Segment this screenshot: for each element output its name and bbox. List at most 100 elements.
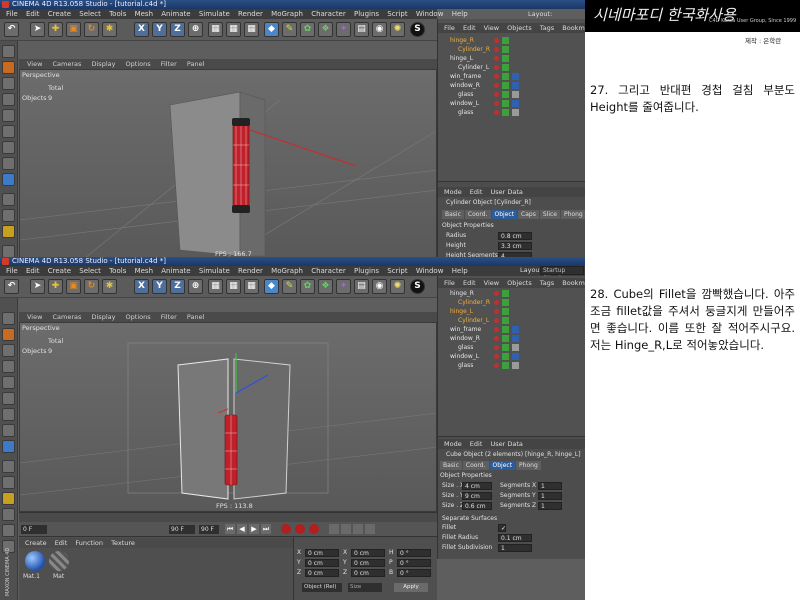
object-row[interactable]: window_L bbox=[438, 99, 585, 108]
object-row[interactable]: window_L bbox=[438, 352, 585, 361]
deformer-icon[interactable]: ✦ bbox=[336, 22, 351, 37]
enabled-check-icon[interactable] bbox=[502, 37, 509, 44]
select-arrow-icon[interactable]: ➤ bbox=[30, 22, 45, 37]
key-position-icon[interactable] bbox=[329, 524, 339, 534]
menu-help[interactable]: Help bbox=[452, 10, 468, 18]
undo-icon[interactable]: ↶ bbox=[4, 279, 19, 294]
autokey-icon[interactable] bbox=[295, 524, 305, 534]
am-menu-edit[interactable]: Edit bbox=[470, 188, 483, 196]
polygons-mode-icon[interactable] bbox=[2, 392, 15, 405]
coord-system-icon[interactable]: ⊕ bbox=[188, 279, 203, 294]
material-tag-icon[interactable] bbox=[512, 353, 519, 360]
grid-icon[interactable] bbox=[2, 524, 15, 537]
menu-plugins[interactable]: Plugins bbox=[354, 267, 379, 275]
perspective-viewport[interactable]: Perspective Total Objects 9 FPS : 166.7 bbox=[19, 69, 437, 261]
script-s-icon[interactable]: S bbox=[410, 279, 425, 294]
segments-z-input[interactable]: 1 bbox=[538, 502, 562, 510]
viewport-menu-cameras[interactable]: Cameras bbox=[53, 60, 82, 68]
timeline[interactable] bbox=[19, 512, 437, 522]
visibility-dot[interactable] bbox=[494, 309, 499, 314]
viewport-menu-filter[interactable]: Filter bbox=[161, 60, 177, 68]
menu-character[interactable]: Character bbox=[311, 10, 346, 18]
object-row[interactable]: hinge_L bbox=[438, 307, 585, 316]
make-editable-icon[interactable] bbox=[2, 45, 15, 58]
move-icon[interactable]: ✚ bbox=[48, 22, 63, 37]
menu-window[interactable]: Window bbox=[416, 267, 444, 275]
menu-edit[interactable]: Edit bbox=[26, 10, 40, 18]
menu-animate[interactable]: Animate bbox=[161, 10, 190, 18]
om-menu-tags[interactable]: Tags bbox=[540, 279, 554, 287]
go-to-start-icon[interactable]: ⏮ bbox=[225, 524, 235, 534]
material-tag-icon[interactable] bbox=[512, 344, 519, 351]
size-z-coord-input[interactable]: 0 cm bbox=[351, 569, 385, 577]
timeline-end-field[interactable]: 90 F bbox=[169, 525, 195, 534]
visibility-dot[interactable] bbox=[494, 318, 499, 323]
snap-icon[interactable] bbox=[2, 460, 15, 473]
menu-render[interactable]: Render bbox=[238, 10, 263, 18]
paint-icon[interactable] bbox=[2, 508, 15, 521]
menu-select[interactable]: Select bbox=[79, 267, 101, 275]
material-tag-icon[interactable] bbox=[512, 335, 519, 342]
om-menu-file[interactable]: File bbox=[444, 24, 455, 32]
visibility-dot[interactable] bbox=[494, 327, 499, 332]
viewport-menu-cameras[interactable]: Cameras bbox=[53, 313, 82, 321]
object-row[interactable]: window_R bbox=[438, 81, 585, 90]
menu-simulate[interactable]: Simulate bbox=[199, 267, 230, 275]
visibility-dot[interactable] bbox=[494, 74, 499, 79]
object-row[interactable]: hinge_L bbox=[438, 54, 585, 63]
enabled-check-icon[interactable] bbox=[502, 353, 509, 360]
light-icon[interactable]: ✺ bbox=[390, 22, 405, 37]
om-menu-edit[interactable]: Edit bbox=[463, 279, 476, 287]
edges-mode-icon[interactable] bbox=[2, 109, 15, 122]
am-menu-user-data[interactable]: User Data bbox=[490, 188, 522, 196]
locked-workplane-icon[interactable] bbox=[2, 209, 15, 222]
menu-plugins[interactable]: Plugins bbox=[354, 10, 379, 18]
object-row[interactable]: glass bbox=[438, 108, 585, 117]
position-x-input[interactable]: 0 cm bbox=[305, 549, 339, 557]
render-settings-icon[interactable]: ▦ bbox=[244, 279, 259, 294]
om-menu-view[interactable]: View bbox=[484, 24, 499, 32]
record-keyframe-icon[interactable] bbox=[281, 524, 291, 534]
object-row[interactable]: win_frame bbox=[438, 325, 585, 334]
object-mode-icon[interactable] bbox=[2, 77, 15, 90]
om-menu-file[interactable]: File bbox=[444, 279, 455, 287]
enabled-check-icon[interactable] bbox=[502, 100, 509, 107]
material-tag-icon[interactable] bbox=[512, 100, 519, 107]
visibility-dot[interactable] bbox=[494, 110, 499, 115]
scale-icon[interactable]: ▣ bbox=[66, 22, 81, 37]
height-input[interactable]: 3.3 cm bbox=[498, 242, 532, 250]
edges-mode-icon[interactable] bbox=[2, 376, 15, 389]
material-tag-icon[interactable] bbox=[512, 73, 519, 80]
visibility-dot[interactable] bbox=[494, 56, 499, 61]
play-forward-icon[interactable]: ▶ bbox=[249, 524, 259, 534]
viewport-menu-panel[interactable]: Panel bbox=[187, 313, 205, 321]
locked-workplane-icon[interactable] bbox=[2, 476, 15, 489]
menu-file[interactable]: File bbox=[6, 267, 18, 275]
object-row[interactable]: Cylinder_R bbox=[438, 45, 585, 54]
viewport-menu-view[interactable]: View bbox=[27, 60, 42, 68]
am-menu-edit[interactable]: Edit bbox=[470, 440, 483, 448]
floor-icon[interactable]: ▤ bbox=[354, 22, 369, 37]
material-tag-icon[interactable] bbox=[512, 91, 519, 98]
enabled-check-icon[interactable] bbox=[502, 55, 509, 62]
visibility-dot[interactable] bbox=[494, 92, 499, 97]
object-row[interactable]: win_frame bbox=[438, 72, 585, 81]
tab-object[interactable]: Object bbox=[491, 210, 518, 219]
menu-window[interactable]: Window bbox=[416, 10, 444, 18]
enabled-check-icon[interactable] bbox=[502, 46, 509, 53]
nurbs-icon[interactable]: ✿ bbox=[300, 22, 315, 37]
enabled-check-icon[interactable] bbox=[502, 82, 509, 89]
enable-axis-icon[interactable] bbox=[2, 408, 15, 421]
script-s-icon[interactable]: S bbox=[410, 22, 425, 37]
menu-mograph[interactable]: MoGraph bbox=[271, 267, 303, 275]
y-axis-button[interactable]: Y bbox=[152, 279, 167, 294]
array-icon[interactable]: ❖ bbox=[318, 279, 333, 294]
undo-icon[interactable]: ↶ bbox=[4, 22, 19, 37]
menu-render[interactable]: Render bbox=[238, 267, 263, 275]
visibility-dot[interactable] bbox=[494, 336, 499, 341]
key-rotation-icon[interactable] bbox=[353, 524, 363, 534]
render-view-icon[interactable]: ▦ bbox=[208, 22, 223, 37]
cube-primitive-icon[interactable]: ◆ bbox=[264, 22, 279, 37]
am-menu-mode[interactable]: Mode bbox=[444, 440, 462, 448]
object-row[interactable]: Cylinder_L bbox=[438, 316, 585, 325]
